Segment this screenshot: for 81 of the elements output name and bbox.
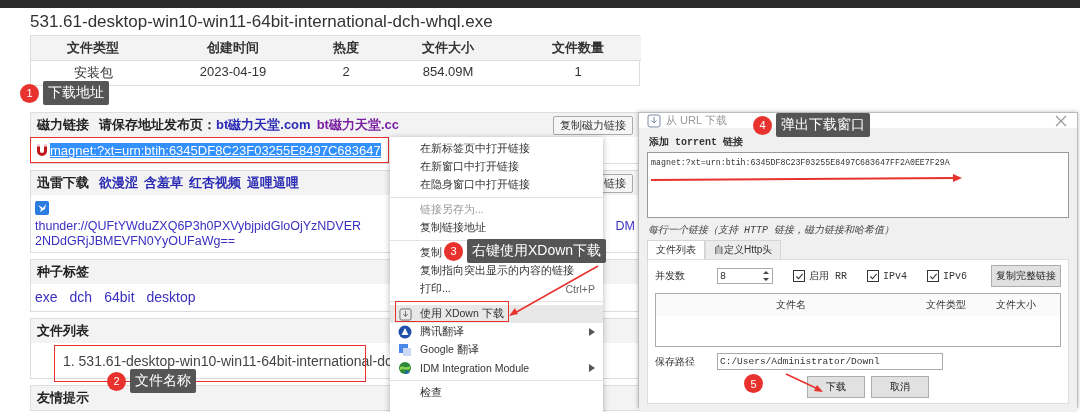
- section-title: 迅雷下载: [37, 174, 89, 192]
- download-icon: [398, 307, 412, 321]
- thunder-link[interactable]: DM: [615, 219, 635, 233]
- menu-item[interactable]: 复制指向突出显示的内容的链接: [390, 262, 603, 280]
- thunder-link[interactable]: 2NDdGRjJBMEVFN0YyOUFaWg==: [35, 234, 236, 248]
- checkbox[interactable]: [793, 270, 805, 282]
- section-title: 种子标签: [37, 263, 89, 281]
- section-title: 文件列表: [37, 322, 89, 340]
- table-cell-text: 安装包: [72, 64, 114, 82]
- magnet-icon: [35, 143, 49, 157]
- menu-item[interactable]: 在新标签页中打开链接: [390, 140, 603, 158]
- spin-field[interactable]: 8: [717, 268, 773, 284]
- section-label: 添加 torrent 链接: [649, 135, 744, 149]
- callout-tooltip: 下载地址: [43, 81, 109, 105]
- site-link[interactable]: 红杏视频: [189, 174, 241, 192]
- links-textarea[interactable]: magnet:?xt=urn:btih:6345DF8C23F03255E8497C683647FF2A0EE7F29A: [647, 152, 1069, 218]
- column-header: 文件数量: [515, 36, 641, 61]
- column-header: 文件大小: [381, 36, 515, 61]
- checkbox[interactable]: [927, 270, 940, 282]
- menu-item[interactable]: 打印... Ctrl+P: [390, 280, 603, 298]
- menu-item[interactable]: 复制链接地址: [390, 219, 603, 237]
- site-link[interactable]: 欲漫涩: [99, 174, 138, 192]
- tag-link[interactable]: desktop: [146, 289, 196, 305]
- callout-tooltip: 文件名称: [130, 369, 196, 393]
- site-link[interactable]: 逼哩逼哩: [247, 174, 299, 192]
- menu-item[interactable]: 检查: [390, 384, 603, 402]
- site-link[interactable]: 含羞草: [144, 174, 183, 192]
- globe-icon: [398, 361, 412, 375]
- checkbox-label: 启用 RR: [809, 269, 847, 283]
- menu-item[interactable]: 使用 XDown 下载: [390, 305, 603, 323]
- cancel-button[interactable]: 取消: [871, 376, 929, 398]
- save-path-field[interactable]: C:/Users/Administrator/Downl: [717, 353, 943, 370]
- submenu-arrow-icon: [589, 364, 595, 372]
- column-header: 文件大小: [996, 298, 1037, 312]
- column-header: 热度: [311, 36, 381, 61]
- dialog-title: 从 URL 下载: [666, 113, 727, 128]
- copy-magnet-button[interactable]: 复制磁力链接: [553, 115, 633, 135]
- copy-full-link-button[interactable]: 复制完整链接: [991, 265, 1061, 287]
- hint-text: 每行一个链接（支持 HTTP 链接，磁力链接和哈希值）: [648, 223, 895, 237]
- site-link[interactable]: bt磁力天堂.cc: [316, 116, 399, 134]
- section-title: 磁力链接: [37, 116, 89, 134]
- menu-item[interactable]: 在新窗口中打开链接: [390, 158, 603, 176]
- table-cell-text: 854.09M: [421, 63, 475, 81]
- translate-icon: [398, 343, 412, 357]
- tag-link[interactable]: exe: [35, 289, 58, 305]
- thunder-link[interactable]: thunder://QUFtYWduZXQ6P3h0PXVybjpidGloOjYzNDVER: [35, 219, 362, 233]
- checkbox-label: IPv4: [883, 270, 908, 282]
- notice-text: 请保存地址发布页：: [99, 116, 216, 134]
- site-link[interactable]: bt磁力天堂.com: [216, 116, 311, 134]
- tab[interactable]: 自定义Http头: [705, 240, 782, 259]
- close-icon[interactable]: [1055, 114, 1067, 127]
- submenu-arrow-icon: [589, 328, 595, 336]
- page-title: 531.61-desktop-win10-win11-64bit-international-dch-whql.exe: [30, 11, 494, 33]
- callout-tooltip: 右键使用XDown下载: [467, 239, 607, 263]
- step-number: 1: [20, 83, 39, 103]
- spin-arrows-icon[interactable]: [762, 269, 770, 283]
- table-cell-text: 2023-04-19: [198, 63, 268, 81]
- shortcut-text: Ctrl+P: [565, 283, 595, 295]
- arrow: [785, 373, 823, 392]
- menu-item[interactable]: 腾讯翻译: [390, 323, 603, 341]
- menu-item[interactable]: Google 翻译: [390, 341, 603, 359]
- menu-item[interactable]: IDM Integration Module: [390, 359, 603, 377]
- step-number: 2: [107, 371, 126, 391]
- tab[interactable]: 文件列表: [647, 240, 705, 259]
- field-label: 保存路径: [655, 354, 696, 369]
- column-header: 创建时间: [155, 36, 311, 61]
- table-cell-text: 2: [341, 63, 351, 81]
- field-label: 并发数: [655, 269, 686, 283]
- tag-link[interactable]: 64bit: [104, 289, 135, 305]
- callout-tooltip: 弹出下载窗口: [776, 113, 870, 137]
- column-header: 文件名: [775, 298, 807, 312]
- checkbox-label: IPv6: [943, 270, 968, 282]
- bird-icon: [35, 201, 49, 215]
- section-title: 友情提示: [37, 389, 89, 407]
- download-button[interactable]: 下载: [807, 376, 865, 398]
- app-icon: [647, 113, 661, 128]
- table-cell-text: 1: [573, 63, 583, 81]
- column-header: 文件类型: [926, 298, 967, 312]
- tag-link[interactable]: dch: [69, 289, 93, 305]
- checkbox[interactable]: [867, 270, 879, 282]
- column-header: 文件类型: [31, 36, 155, 61]
